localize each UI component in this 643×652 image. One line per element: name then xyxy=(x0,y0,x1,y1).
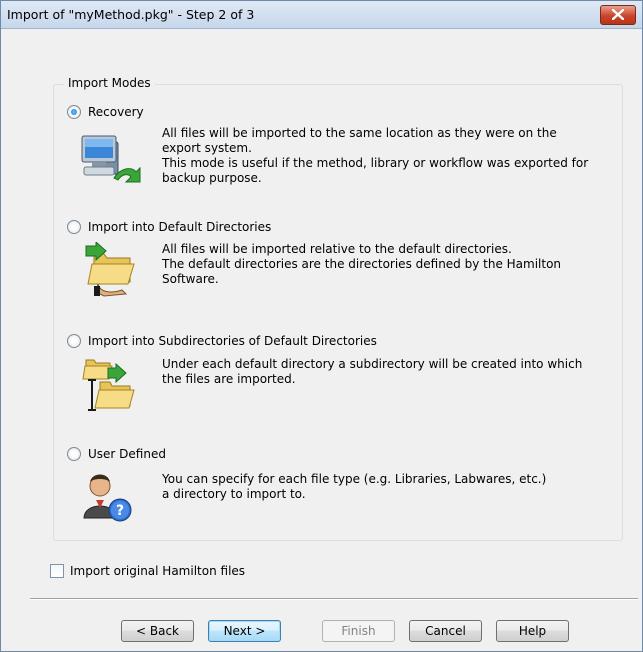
button-separator xyxy=(30,598,638,600)
radio-button-user-defined[interactable] xyxy=(67,447,81,461)
description-recovery: All files will be imported to the same l… xyxy=(162,126,589,185)
radio-label-user-defined: User Defined xyxy=(88,447,166,461)
radio-button-recovery[interactable] xyxy=(67,105,81,119)
subfolder-import-icon xyxy=(80,354,142,415)
description-user-defined: You can specify for each file type (e.g.… xyxy=(162,472,547,501)
close-icon xyxy=(612,9,624,20)
radio-label-default-directories: Import into Default Directories xyxy=(88,220,272,234)
import-original-files-option[interactable]: Import original Hamilton files xyxy=(50,564,245,578)
description-default-directories: All files will be imported relative to t… xyxy=(162,242,562,286)
close-button[interactable] xyxy=(600,5,636,25)
svg-text:?: ? xyxy=(116,503,124,519)
folder-import-icon xyxy=(80,240,142,301)
import-original-files-label: Import original Hamilton files xyxy=(70,564,246,578)
radio-button-subdirectories[interactable] xyxy=(67,334,81,348)
radio-recovery[interactable]: Recovery xyxy=(67,104,144,120)
help-button[interactable]: Help xyxy=(496,620,569,642)
radio-user-defined[interactable]: User Defined xyxy=(67,446,166,462)
description-subdirectories: Under each default directory a subdirect… xyxy=(162,357,583,386)
radio-label-subdirectories: Import into Subdirectories of Default Di… xyxy=(88,334,377,348)
back-button[interactable]: < Back xyxy=(121,620,194,642)
radio-default-directories[interactable]: Import into Default Directories xyxy=(67,219,271,235)
window-title: Import of "myMethod.pkg" - Step 2 of 3 xyxy=(7,7,255,22)
radio-button-default-directories[interactable] xyxy=(67,220,81,234)
radio-label-recovery: Recovery xyxy=(88,105,144,119)
import-original-files-checkbox[interactable] xyxy=(50,564,64,578)
cancel-button[interactable]: Cancel xyxy=(409,620,482,642)
finish-button[interactable]: Finish xyxy=(322,620,395,642)
title-bar: Import of "myMethod.pkg" - Step 2 of 3 xyxy=(1,1,642,29)
next-button[interactable]: Next > xyxy=(208,620,281,642)
import-modes-label: Import Modes xyxy=(64,76,155,90)
radio-subdirectories[interactable]: Import into Subdirectories of Default Di… xyxy=(67,333,377,349)
computer-recovery-icon xyxy=(80,132,142,191)
user-help-icon: ? xyxy=(80,470,142,531)
